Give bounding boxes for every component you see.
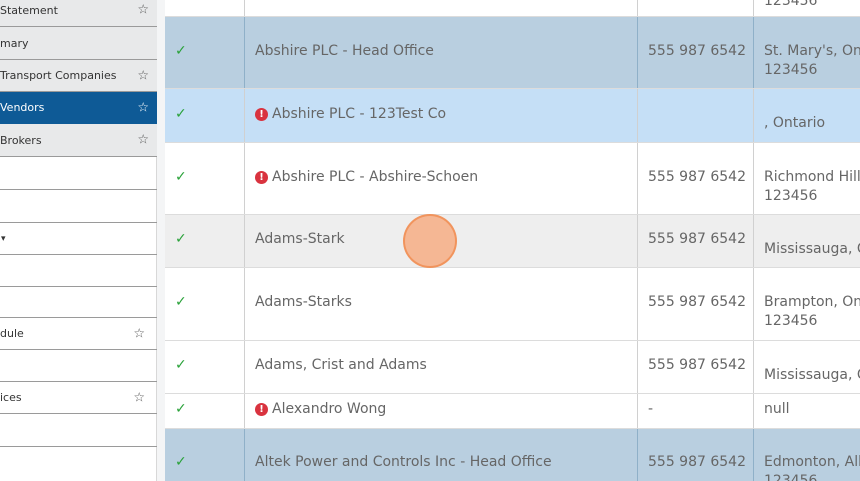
- sidebar-item-transport-companies[interactable]: Transport Companies ☆: [0, 60, 157, 92]
- vendor-name[interactable]: Alexandro Wong: [272, 401, 386, 417]
- check-icon: ✓: [175, 294, 187, 310]
- star-icon[interactable]: ☆: [133, 327, 145, 340]
- address-line-2: 123456: [764, 0, 818, 9]
- sidebar-item-schedule[interactable]: dule ☆: [0, 318, 157, 350]
- address-line-1: null: [764, 401, 790, 417]
- sidebar-item[interactable]: [0, 350, 157, 382]
- address-line-1: St. Mary's, Ontario: [764, 43, 860, 59]
- sidebar-item-vendors[interactable]: Vendors ☆: [0, 92, 157, 124]
- phone-number: 555 987 6542: [648, 454, 746, 470]
- table-row[interactable]: ✓ Abshire PLC - Head Office 555 987 6542…: [165, 17, 860, 89]
- sidebar-item-services[interactable]: ices ☆: [0, 382, 157, 414]
- sidebar-item-summary[interactable]: mary: [0, 27, 157, 60]
- sidebar-item[interactable]: [0, 414, 157, 447]
- sidebar-item-brokers[interactable]: Brokers ☆: [0, 124, 157, 157]
- sidebar-item-label: mary: [0, 36, 29, 50]
- sidebar-item-label: dule: [0, 327, 24, 340]
- sidebar: Statement ☆ mary Transport Companies ☆ V…: [0, 0, 157, 481]
- sidebar-item-dropdown[interactable]: ▾: [0, 223, 157, 255]
- table-row[interactable]: ✓ ! Abshire PLC - 123Test Co , Ontario: [165, 89, 860, 143]
- phone-number: 555 987 6542: [648, 43, 746, 59]
- check-icon: ✓: [175, 106, 187, 122]
- star-icon[interactable]: ☆: [133, 391, 145, 404]
- phone-number: 555 987 6542: [648, 294, 746, 310]
- phone-number: 555 987 6542: [648, 231, 746, 247]
- sidebar-item-label: Transport Companies: [0, 69, 117, 82]
- cursor-indicator: [403, 214, 457, 268]
- star-icon[interactable]: ☆: [137, 134, 149, 147]
- caret-down-icon: ▾: [1, 233, 6, 244]
- address-line-2: 123456: [764, 473, 818, 481]
- phone-number: 555 987 6542: [648, 169, 746, 185]
- vendor-name[interactable]: Altek Power and Controls Inc - Head Offi…: [255, 454, 552, 470]
- address-line-2: 123456: [764, 62, 818, 78]
- table-row[interactable]: ✓ ! Alexandro Wong - null: [165, 394, 860, 429]
- vendor-name[interactable]: Abshire PLC - Abshire-Schoen: [272, 169, 478, 185]
- sidebar-item[interactable]: [0, 190, 157, 223]
- address-line-1: Brampton, Ontario: [764, 294, 860, 310]
- table-row[interactable]: ✓ Altek Power and Controls Inc - Head Of…: [165, 429, 860, 481]
- sidebar-item-label: Brokers: [0, 133, 42, 147]
- alert-icon: !: [255, 402, 268, 416]
- alert-icon: !: [255, 170, 268, 184]
- address-line-2: Mississauga, Ontario: [764, 367, 860, 383]
- table-row[interactable]: 123456: [165, 0, 860, 17]
- sidebar-item[interactable]: [0, 287, 157, 318]
- address-line-2: 123456: [764, 313, 818, 329]
- sidebar-item-label: Statement: [0, 3, 58, 17]
- check-icon: ✓: [175, 357, 187, 373]
- address-line-1: Edmonton, Alberta: [764, 454, 860, 470]
- table-row[interactable]: ✓ ! Abshire PLC - Abshire-Schoen 555 987 …: [165, 143, 860, 215]
- table-row[interactable]: ✓ Adams, Crist and Adams 555 987 6542 Mi…: [165, 341, 860, 394]
- table-row[interactable]: ✓ Adams-Starks 555 987 6542 Brampton, On…: [165, 268, 860, 341]
- star-icon[interactable]: ☆: [137, 4, 149, 17]
- vendor-name[interactable]: Adams-Starks: [255, 294, 352, 310]
- vendor-name[interactable]: Abshire PLC - Head Office: [255, 43, 434, 59]
- check-icon: ✓: [175, 454, 187, 470]
- star-icon[interactable]: ☆: [137, 69, 149, 82]
- address-line-2: 123456: [764, 188, 818, 204]
- check-icon: ✓: [175, 43, 187, 59]
- check-icon: ✓: [175, 231, 187, 247]
- address-line-2: , Ontario: [764, 115, 826, 131]
- phone-number: -: [648, 401, 654, 417]
- phone-number: 555 987 6542: [648, 357, 746, 373]
- sidebar-item[interactable]: [0, 255, 157, 287]
- panel-gutter: [157, 0, 165, 481]
- table-row[interactable]: ✓ Adams-Stark 555 987 6542 Mississauga, …: [165, 215, 860, 268]
- alert-icon: !: [255, 107, 268, 121]
- address-line-2: Mississauga, Ontario: [764, 241, 860, 257]
- vendor-name[interactable]: Adams, Crist and Adams: [255, 357, 427, 373]
- sidebar-item-statement[interactable]: Statement ☆: [0, 0, 157, 27]
- vendor-name[interactable]: Abshire PLC - 123Test Co: [272, 106, 446, 122]
- vendor-name[interactable]: Adams-Stark: [255, 231, 345, 247]
- check-icon: ✓: [175, 401, 187, 417]
- address-line-1: Richmond Hill, Ontario: [764, 169, 860, 185]
- sidebar-item[interactable]: [0, 157, 157, 190]
- sidebar-item-label: Vendors: [0, 101, 45, 114]
- sidebar-item-label: ices: [0, 391, 22, 404]
- vendors-table: 123456 ✓ Abshire PLC - Head Office 555 9…: [165, 0, 860, 481]
- star-icon[interactable]: ☆: [137, 101, 149, 114]
- check-icon: ✓: [175, 169, 187, 185]
